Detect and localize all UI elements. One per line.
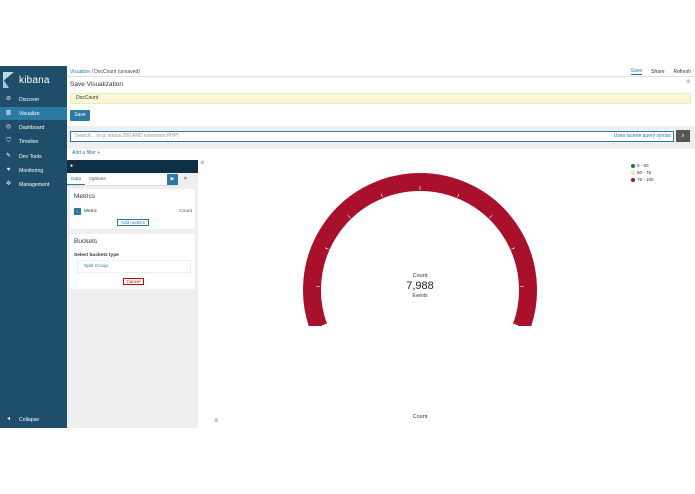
split-group-option[interactable]: Split Group (77, 260, 191, 273)
editor-tabs: Data Options (67, 174, 177, 186)
top-save-button[interactable]: Save (630, 68, 643, 75)
shield-icon: ⛉ (6, 138, 11, 144)
dashboard-icon: ◎ (5, 124, 12, 130)
visualization-name-input[interactable]: DocCount (70, 93, 691, 104)
sidebar-item-management[interactable]: ✲ Management (0, 178, 67, 191)
inspect-icon[interactable]: ⚙ (214, 418, 218, 424)
brand-name: kibana (19, 74, 50, 86)
sidebar-item-discover[interactable]: ⊘ Discover (0, 93, 67, 106)
index-pattern-icon: ● (70, 163, 74, 169)
save-panel-gear-icon[interactable]: ⚙ (686, 79, 690, 85)
gauge-value: 7,988 (406, 280, 434, 292)
collapse-icon: ◂ (6, 416, 10, 422)
wrench-icon: ✎ (5, 153, 12, 159)
discard-changes-button[interactable]: ✕ (180, 174, 191, 185)
metrics-section: Metrics › Metric Count Add metrics (70, 189, 195, 229)
chart-settings-icon[interactable]: ⚙ (200, 160, 204, 166)
lucene-syntax-link[interactable]: Uses lucene query syntax (614, 133, 671, 139)
legend-item[interactable]: 0 - 50 (631, 162, 654, 169)
legend-swatch (631, 170, 635, 175)
legend-swatch (631, 163, 635, 168)
bar-chart-icon: ▥ (5, 110, 12, 116)
collapse-button[interactable]: ◂ Collapse (0, 413, 67, 426)
save-panel-title: Save Visualization (70, 81, 123, 88)
legend-swatch (631, 177, 635, 182)
metric-value: Count (179, 209, 192, 214)
save-button[interactable]: Save (70, 110, 90, 121)
refresh-button[interactable]: Refresh (673, 69, 691, 75)
sidebar: kibana ⊘ Discover ▥ Visualize ◎ Dashboar… (0, 66, 67, 428)
metric-label: Metric (84, 209, 98, 214)
breadcrumb-visualize-link[interactable]: Visualize (70, 69, 90, 75)
legend: 0 - 50 50 - 75 75 - 100 (631, 162, 654, 183)
gear-icon: ✲ (5, 181, 12, 187)
gauge-arc[interactable] (303, 173, 537, 326)
buckets-section: Buckets Select buckets type Split Group … (70, 234, 195, 289)
breadcrumb-current: DocCount (unsaved) (94, 69, 140, 75)
play-icon: ▶ (170, 176, 175, 182)
search-input[interactable]: Search... (e.g. status:200 AND extension… (70, 131, 674, 142)
kibana-logo-icon (3, 72, 14, 88)
tab-data[interactable]: Data (67, 174, 86, 185)
sidebar-item-dev-tools[interactable]: ✎ Dev Tools (0, 150, 67, 163)
add-filter-link[interactable]: Add a filter + (72, 150, 100, 156)
sidebar-item-dashboard[interactable]: ◎ Dashboard (0, 121, 67, 134)
select-buckets-type-label: Select buckets type (74, 253, 119, 258)
compass-icon: ⊘ (5, 96, 12, 102)
add-metrics-button[interactable]: Add metrics (117, 219, 149, 226)
top-bar: Visualize / DocCount (unsaved) Save Shar… (67, 66, 695, 77)
tab-options[interactable]: Options (85, 174, 110, 185)
x-axis-title: Count (412, 414, 428, 420)
search-icon: ⌕ (681, 133, 685, 139)
legend-item[interactable]: 75 - 100 (631, 176, 654, 183)
heart-icon: ♥ (6, 167, 11, 173)
legend-item[interactable]: 50 - 75 (631, 169, 654, 176)
sidebar-item-timelion[interactable]: ⛉ Timelion (0, 135, 67, 148)
top-menu: Save Share Refresh (622, 66, 691, 77)
chevron-right-icon[interactable]: › (74, 208, 81, 215)
search-button[interactable]: ⌕ (676, 130, 690, 142)
buckets-title: Buckets (74, 238, 98, 245)
editor-header: ● (67, 160, 198, 173)
metrics-title: Metrics (74, 193, 95, 200)
apply-changes-button[interactable]: ▶ (167, 174, 178, 185)
gauge-sublabel: Events (412, 293, 428, 299)
kibana-logo[interactable]: kibana (3, 71, 50, 89)
sidebar-item-visualize[interactable]: ▥ Visualize (0, 107, 67, 120)
vis-editor-sidebar: ● Data Options ▶ ✕ Metrics › Metric Coun… (67, 160, 198, 428)
sidebar-item-monitoring[interactable]: ♥ Monitoring (0, 164, 67, 177)
gauge-label: Count (412, 273, 428, 279)
cancel-button[interactable]: Cancel (123, 278, 144, 285)
breadcrumb: Visualize / DocCount (unsaved) (70, 69, 140, 75)
gauge-chart (303, 173, 537, 326)
share-button[interactable]: Share (651, 69, 664, 75)
breadcrumb-separator: / (91, 69, 93, 75)
metric-row[interactable]: › Metric Count (74, 208, 192, 216)
close-icon: ✕ (183, 176, 188, 182)
visualization-area: ⚙ ⚙ 0 - 50 50 - 75 75 - 100 Count 7,988 … (199, 160, 695, 428)
